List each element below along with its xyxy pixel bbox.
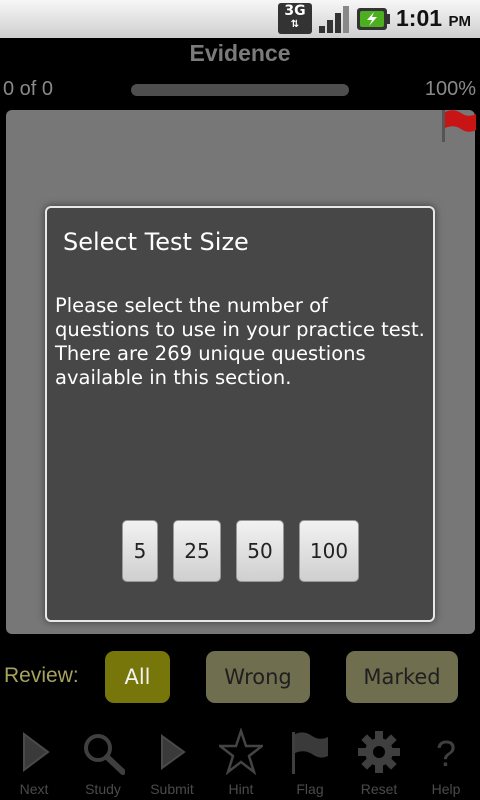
size-option-100-button[interactable]: 100 — [299, 520, 359, 582]
hint-button[interactable]: Hint — [207, 722, 275, 800]
progress-bar-fill — [131, 84, 349, 96]
next-button[interactable]: Next — [0, 722, 68, 800]
data-arrows-icon: ⇅ — [290, 19, 300, 30]
question-icon: ? — [436, 733, 456, 774]
reset-label: Reset — [360, 781, 398, 797]
gear-icon — [358, 731, 400, 773]
flag-button[interactable]: Flag — [276, 722, 344, 800]
size-option-50-button[interactable]: 50 — [236, 520, 284, 582]
review-wrong-button[interactable]: Wrong — [206, 651, 310, 703]
review-label: Review: — [4, 664, 79, 687]
progress-bar — [131, 84, 349, 96]
hint-label: Hint — [228, 781, 254, 797]
review-marked-button[interactable]: Marked — [346, 651, 458, 703]
size-option-5-button[interactable]: 5 — [122, 520, 158, 582]
page-title: Evidence — [189, 40, 291, 66]
submit-label: Submit — [150, 781, 194, 797]
dialog-title: Select Test Size — [63, 228, 249, 256]
status-bar: 3G ⇅ 1:01 PM — [0, 0, 480, 38]
study-button[interactable]: Study — [69, 722, 137, 800]
flag-marker-icon[interactable] — [440, 108, 478, 144]
magnifier-icon — [84, 734, 125, 775]
help-button[interactable]: ? Help — [412, 722, 480, 800]
size-option-25-button[interactable]: 25 — [173, 520, 221, 582]
svg-text:?: ? — [436, 733, 456, 774]
clock-ampm: PM — [448, 13, 471, 30]
star-icon — [219, 728, 263, 776]
progress-percent: 100% — [424, 78, 476, 100]
clock: 1:01 PM — [396, 5, 471, 32]
reset-button[interactable]: Reset — [345, 722, 413, 800]
study-label: Study — [85, 781, 121, 797]
clock-time: 1:01 — [396, 5, 443, 31]
next-label: Next — [19, 781, 49, 797]
battery-charging-icon — [357, 8, 390, 30]
submit-arrow-icon — [161, 734, 186, 770]
help-label: Help — [431, 781, 461, 797]
signal-strength-icon — [319, 6, 349, 33]
network-type: 3G — [284, 3, 306, 19]
network-3g-icon: 3G ⇅ — [278, 3, 312, 34]
progress-count: 0 of 0 — [3, 78, 54, 100]
review-all-button[interactable]: All — [105, 651, 170, 703]
flag-label: Flag — [296, 781, 324, 797]
dialog-message: Please select the number of questions to… — [55, 294, 425, 389]
select-test-size-dialog: Select Test Size Please select the numbe… — [45, 206, 435, 622]
bottom-toolbar: Next Study Submit Hint Flag Reset ? Help — [0, 722, 480, 800]
flag-icon — [292, 732, 328, 774]
submit-button[interactable]: Submit — [138, 722, 206, 800]
next-arrow-icon — [23, 732, 50, 772]
